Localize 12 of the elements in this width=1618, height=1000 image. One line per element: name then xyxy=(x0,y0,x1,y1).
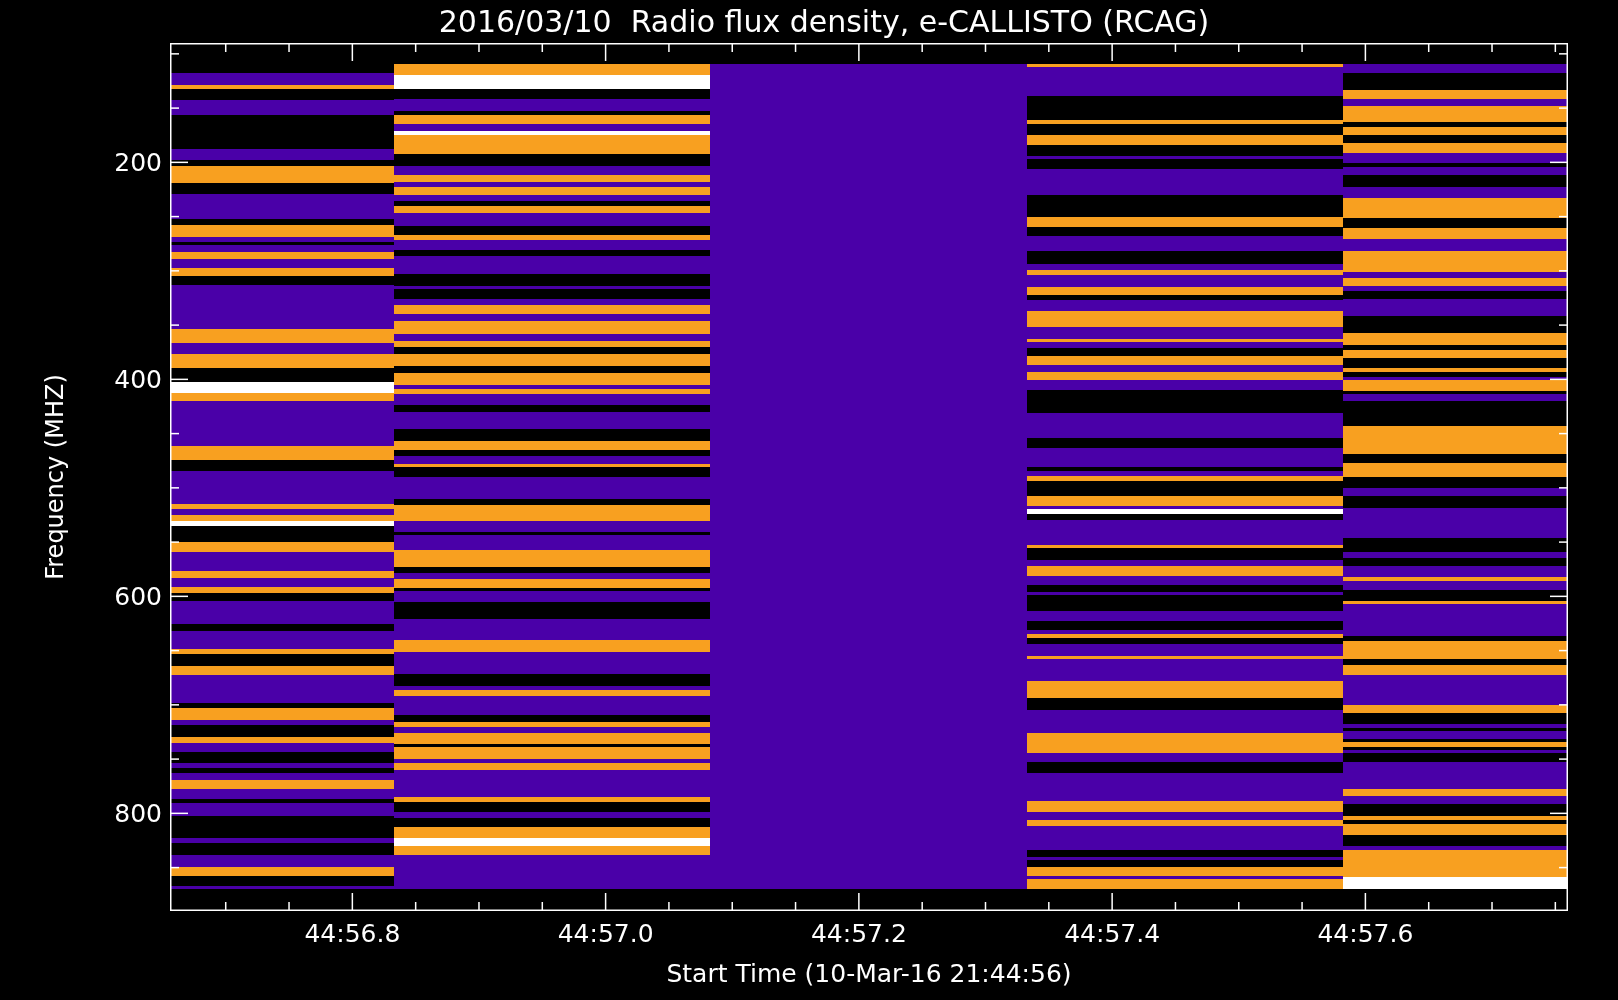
x-axis-label: Start Time (10-Mar-16 21:44:56) xyxy=(666,959,1072,988)
chart-title: 2016/03/10 Radio flux density, e-CALLISTO (RCAG) xyxy=(437,3,1211,41)
x-tick-label: 44:57.2 xyxy=(810,919,907,948)
y-tick-label: 400 xyxy=(114,364,162,394)
x-tick-label: 44:56.8 xyxy=(304,919,401,948)
y-tick-label: 200 xyxy=(114,147,162,177)
y-tick-label: 600 xyxy=(114,581,162,611)
y-tick-label: 800 xyxy=(114,798,162,828)
y-axis-label: Frequency (MHZ) xyxy=(41,374,69,580)
x-tick-label: 44:57.4 xyxy=(1064,919,1161,948)
x-tick-label: 44:57.0 xyxy=(557,919,654,948)
x-tick-label: 44:57.6 xyxy=(1317,919,1414,948)
